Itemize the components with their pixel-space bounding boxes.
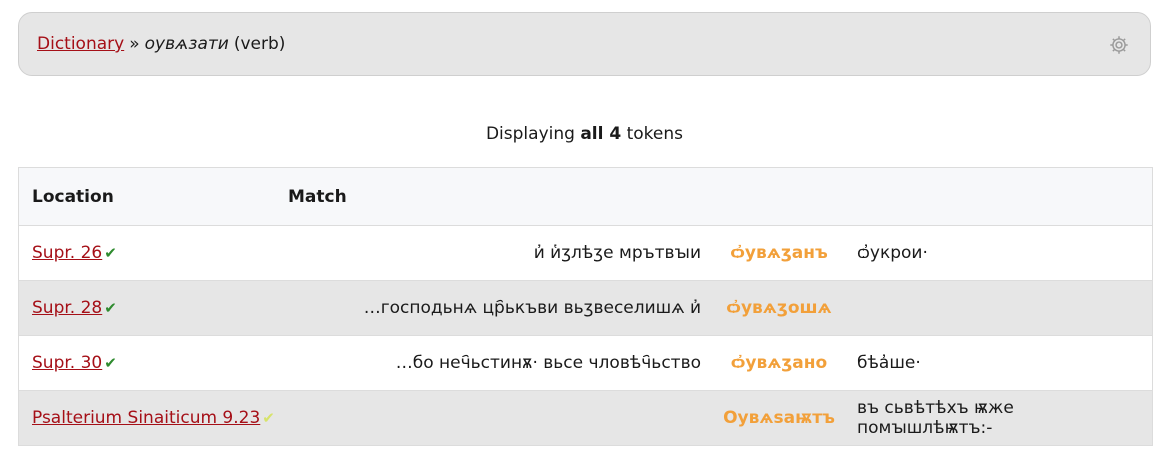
page: Dictionary » оувѧзати (verb) Displaying …: [0, 0, 1169, 457]
check-icon: ✔: [262, 409, 275, 427]
summary-suffix: tokens: [626, 124, 684, 144]
right-context: въ сьвѣтѣхъ ѭже помꙑшлѣѭтъ:-: [857, 398, 1014, 438]
left-context: [288, 391, 701, 446]
summary-count: all 4: [580, 124, 622, 144]
right-context: бѣа҆ше·: [857, 353, 921, 373]
right-context: ѻ҆укрои·: [857, 243, 928, 263]
check-icon: ✔: [104, 299, 117, 317]
results-table: Location Match Supr. 26 ✔ и҆ и҅ʒлѣʒе мрът…: [18, 167, 1153, 446]
right-context: [857, 281, 1153, 336]
token-summary: Displaying all 4 tokens: [0, 124, 1169, 144]
left-context: …бо неч҄ьстинѫ· вьсе чловѣч҄ьство: [395, 353, 701, 373]
table-row: Supr. 26 ✔ и҆ и҅ʒлѣʒе мрътвꙑи ѻ҆увѧʒанъ ѻ…: [18, 226, 1153, 281]
location-link[interactable]: Supr. 26: [32, 243, 102, 263]
breadcrumb: Dictionary » оувѧзати (verb): [18, 12, 1151, 76]
breadcrumb-separator: »: [129, 34, 140, 54]
lemma-title: оувѧзати: [144, 34, 229, 54]
table-row: Supr. 30 ✔ …бо неч҄ьстинѫ· вьсе чловѣч҄ьс…: [18, 336, 1153, 391]
part-of-speech: (verb): [233, 34, 286, 54]
location-link[interactable]: Psalterium Sinaiticum 9.23: [32, 408, 260, 428]
location-column-header[interactable]: Location: [19, 168, 289, 226]
dictionary-link[interactable]: Dictionary: [37, 34, 124, 54]
check-icon: ✔: [104, 354, 117, 372]
location-cell: Supr. 28 ✔: [19, 281, 289, 336]
match-column-header[interactable]: Match: [288, 168, 1153, 226]
match-hit: ѻ҆увѧʒанъ: [730, 243, 828, 263]
match-hit: ѻ҆увѧʒошѧ: [726, 298, 832, 318]
left-context: и҆ и҅ʒлѣʒе мрътвꙑи: [533, 243, 701, 263]
gear-icon[interactable]: [1108, 34, 1130, 56]
table-row: Psalterium Sinaiticum 9.23 ✔ Оувѧѕаѭтъ въ…: [18, 390, 1153, 446]
location-link[interactable]: Supr. 28: [32, 298, 102, 318]
location-cell: Supr. 30 ✔: [19, 336, 289, 391]
table-row: Supr. 28 ✔ …господьнѧ цр҄ькъви вьʒвеселиш…: [18, 280, 1153, 336]
check-icon: ✔: [104, 244, 117, 262]
summary-prefix: Displaying: [485, 124, 575, 144]
location-cell: Supr. 26 ✔: [19, 226, 289, 281]
match-hit: ѻ҆увѧʒано: [730, 353, 828, 373]
match-hit: Оувѧѕаѭтъ: [723, 408, 835, 428]
location-link[interactable]: Supr. 30: [32, 353, 102, 373]
left-context: …господьнѧ цр҄ькъви вьʒвеселишѧ и҆: [363, 298, 701, 318]
location-cell: Psalterium Sinaiticum 9.23 ✔: [19, 391, 289, 446]
table-header-row: Location Match: [18, 167, 1153, 226]
